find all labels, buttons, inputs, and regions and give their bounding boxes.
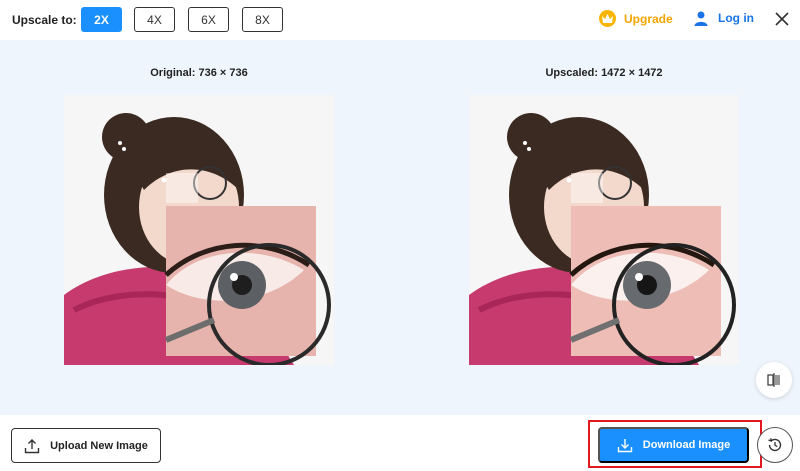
scale-8x-button[interactable]: 8X (242, 7, 283, 32)
close-icon[interactable] (773, 10, 791, 28)
download-image-button[interactable]: Download Image (598, 427, 749, 463)
scale-2x-button[interactable]: 2X (81, 7, 122, 32)
scale-4x-button[interactable]: 4X (134, 7, 175, 32)
upload-icon (24, 438, 40, 453)
upload-new-image-button[interactable]: Upload New Image (11, 428, 161, 463)
top-toolbar: Upscale to: 2X 4X 6X 8X Upgrade Log in (0, 0, 800, 40)
upscaled-caption: Upscaled: 1472 × 1472 (545, 67, 663, 79)
original-caption: Original: 736 × 736 (150, 67, 248, 79)
history-button[interactable] (757, 427, 793, 463)
crown-icon (599, 10, 616, 27)
upload-label: Upload New Image (50, 439, 148, 452)
download-label: Download Image (642, 439, 731, 451)
login-link[interactable]: Log in (693, 10, 754, 26)
history-icon (768, 438, 782, 452)
download-icon (617, 439, 632, 453)
upscaled-image (469, 95, 739, 365)
scale-6x-button[interactable]: 6X (188, 7, 229, 32)
compare-button[interactable] (756, 362, 792, 398)
upgrade-label: Upgrade (624, 11, 673, 26)
upgrade-link[interactable]: Upgrade (599, 10, 673, 27)
original-image (64, 95, 334, 365)
compare-icon (767, 373, 780, 387)
upscale-label: Upscale to: (12, 13, 77, 27)
user-icon (694, 11, 708, 26)
login-label: Log in (718, 11, 754, 25)
